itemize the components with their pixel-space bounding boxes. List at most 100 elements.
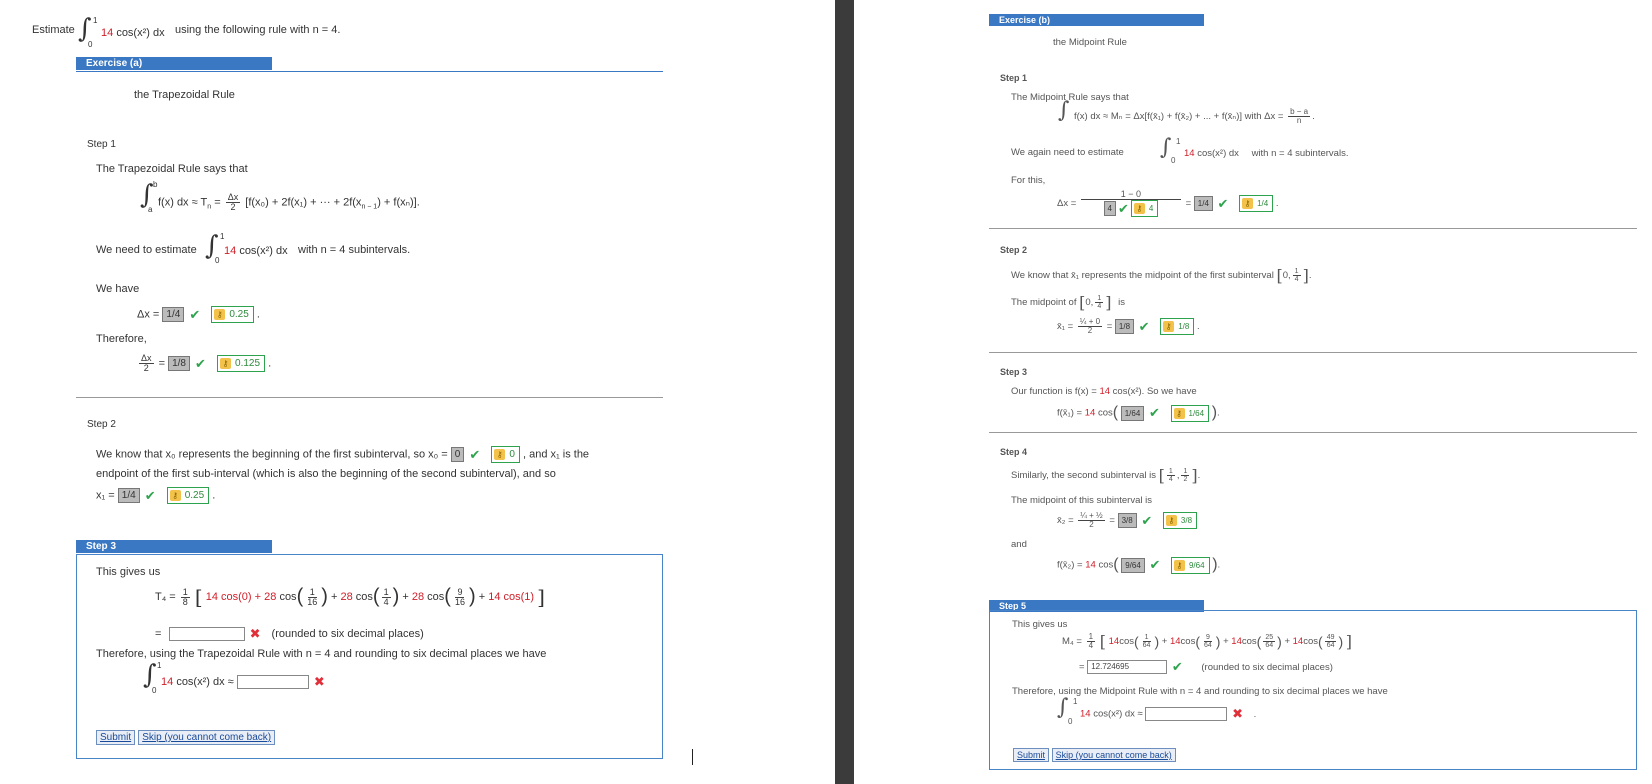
x0-answer: 0 [450, 447, 465, 462]
mp-fx1-answer: 1/64 [1120, 405, 1145, 421]
key-icon: ⚷ [494, 449, 506, 460]
x-mark-icon: ✖ [313, 674, 325, 689]
mp-step5-gives: This gives us [1012, 619, 1068, 630]
check-icon: ✔ [1148, 405, 1160, 420]
mp-for-this: For this, [1011, 175, 1046, 186]
mp-x2-answer: 3/8 [1117, 513, 1137, 528]
final-integrand-row: 14 cos(x²) dx ≈ ✖ [161, 674, 325, 689]
check-icon: ✔ [1138, 318, 1150, 334]
mp-formula-integral: ∫ [1058, 98, 1070, 123]
step1-says: The Trapezoidal Rule says that [96, 163, 248, 175]
intro-estimate: Estimate [32, 24, 75, 36]
check-icon: ✔ [195, 355, 206, 371]
trapezoidal-formula: f(x) dx ≈ Tn = Δx 2 [f(x₀) + 2f(x₁) + ···… [158, 192, 420, 212]
check-icon: ✔ [1217, 195, 1229, 211]
lower-limit: 0 [88, 40, 93, 49]
mp-dx-answer: 1/4 [1193, 196, 1213, 211]
mp-again: We again need to estimate [1011, 147, 1124, 158]
m4-value-input[interactable]: 12.724695 [1087, 660, 1168, 674]
t4-value-input[interactable] [168, 627, 245, 641]
need-suffix: with n = 4 subintervals. [298, 244, 411, 256]
mp-again-upper: 1 [1176, 137, 1181, 146]
step2-line1: We know that x₀ represents the beginning… [96, 446, 590, 463]
key-icon: ⚷ [214, 309, 226, 320]
mp-x1-key[interactable]: ⚷ 1/8 [1160, 318, 1195, 335]
step1-need: We need to estimate [96, 244, 197, 256]
x0-key-answer[interactable]: ⚷ 0 [491, 446, 520, 463]
exercise-b-header: Exercise (b) [989, 14, 1204, 26]
mp-step2-title: Step 2 [1000, 245, 1028, 255]
mp-final-input[interactable] [1145, 707, 1228, 721]
mp-step1-divider [989, 228, 1637, 229]
mp-step2-know: We know that x̄₁ represents the midpoint… [1011, 266, 1312, 285]
mp-step1-title: Step 1 [1000, 73, 1028, 83]
check-icon: ✔ [469, 446, 481, 462]
submit-button[interactable]: Submit [96, 730, 136, 745]
right-buttons: Submit Skip (you cannot come back) [1013, 748, 1176, 762]
mp-step4-mid: The midpoint of this subinterval is [1011, 495, 1152, 506]
step1-divider [76, 397, 663, 398]
final-upper: 1 [157, 661, 162, 670]
therefore-label: Therefore, [96, 333, 147, 345]
t4-expression: T₄ = 18 [ 14 cos(0) + 28 cos(1 16) + 28 c… [155, 585, 545, 609]
mp-dx-den-key[interactable]: ⚷ 4 [1130, 200, 1159, 217]
need-lower: 0 [215, 256, 220, 265]
mp-fx2-row: f(x̄₂) = 14 cos( 9/64 ✔ ⚷ 9/64 ). [1057, 556, 1221, 574]
m4-expression: M₄ = 14 [ 14cos(1 64) + 14cos(9 64) + 14co… [1062, 632, 1353, 651]
intro-integrand: 14 cos(x²) dx [101, 27, 165, 39]
check-icon: ✔ [189, 306, 201, 322]
mp-step4-title: Step 4 [1000, 447, 1028, 457]
formula-lim-b: b [153, 180, 158, 189]
intro-suffix: using the following rule with n = 4. [175, 24, 341, 36]
key-icon: ⚷ [1173, 559, 1185, 571]
mp-final-lower: 0 [1068, 717, 1073, 726]
mp-dx-key[interactable]: ⚷ 1/4 [1239, 195, 1274, 212]
left-buttons: Submit Skip (you cannot come back) [96, 730, 276, 745]
mp-again-lower: 0 [1171, 156, 1176, 165]
final-integral-sign: ∫ [143, 660, 157, 690]
exercise-a-header: Exercise (a) [76, 57, 272, 70]
half-dx-answer: 1/8 [168, 356, 190, 371]
mp-x2-row: x̄₂ = ¼ + ½2 = 3/8 ✔ ⚷ 3/8 [1057, 512, 1198, 529]
need-integrand: 14 cos(x²) dx [224, 245, 288, 257]
step3-therefore: Therefore, using the Trapezoidal Rule wi… [96, 648, 547, 660]
mp-submit-button[interactable]: Submit [1013, 748, 1050, 762]
step2-line2: endpoint of the first sub-interval (whic… [96, 468, 556, 480]
x1-key-answer[interactable]: ⚷ 0.25 [166, 487, 210, 504]
mp-fx2-answer: 9/64 [1121, 557, 1145, 573]
mp-dx-den-answer: 4 [1103, 201, 1116, 216]
mp-step3-fn: Our function is f(x) = 14 cos(x²). So we… [1011, 386, 1197, 397]
mp-midpoint-of: The midpoint of [0, 1 4] is [1011, 293, 1125, 312]
mp-skip-button[interactable]: Skip (you cannot come back) [1051, 748, 1176, 762]
mp-x2-key[interactable]: ⚷ 3/8 [1162, 512, 1198, 529]
step3-header: Step 3 [76, 540, 272, 553]
mp-final-integral: ∫ [1057, 695, 1069, 720]
check-icon: ✔ [1149, 557, 1161, 572]
half-dx-key-answer[interactable]: ⚷ 0.125 [217, 355, 266, 372]
mp-and: and [1011, 539, 1027, 550]
check-icon: ✔ [144, 487, 156, 503]
trapezoidal-rule-title: the Trapezoidal Rule [134, 89, 235, 101]
key-icon: ⚷ [220, 358, 232, 369]
text-cursor [692, 749, 693, 765]
need-upper: 1 [220, 232, 225, 241]
t4-value-row: = ✖ (rounded to six decimal places) [155, 626, 424, 641]
mp-again-integral: ∫ [1160, 135, 1172, 160]
mp-fx1-key[interactable]: ⚷ 1/64 [1170, 404, 1210, 422]
mp-final-upper: 1 [1073, 697, 1078, 706]
mp-fx2-key[interactable]: ⚷ 9/64 [1170, 556, 1210, 574]
key-icon: ⚷ [169, 490, 181, 501]
skip-button[interactable]: Skip (you cannot come back) [138, 730, 276, 745]
m4-value-row: = 12.724695 ✔ (rounded to six decimal pl… [1079, 659, 1333, 674]
check-icon: ✔ [1141, 512, 1153, 528]
step1-title: Step 1 [87, 139, 116, 150]
final-answer-input[interactable] [236, 675, 309, 689]
dx-key-answer[interactable]: ⚷ 0.25 [211, 306, 254, 323]
x1-row: x₁ = 1/4 ✔ ⚷ 0.25 . [96, 487, 216, 504]
mp-step5-therefore: Therefore, using the Midpoint Rule with … [1012, 686, 1388, 697]
x-mark-icon: ✖ [1232, 706, 1243, 721]
half-dx-row: Δx 2 = 1/8 ✔ ⚷ 0.125 . [139, 353, 272, 373]
key-icon: ⚷ [1173, 407, 1185, 419]
key-icon: ⚷ [1165, 515, 1177, 526]
midpoint-formula: f(x) dx ≈ Mₙ = Δx[f(x̄₁) + f(x̄₂) + ... … [1074, 107, 1315, 125]
